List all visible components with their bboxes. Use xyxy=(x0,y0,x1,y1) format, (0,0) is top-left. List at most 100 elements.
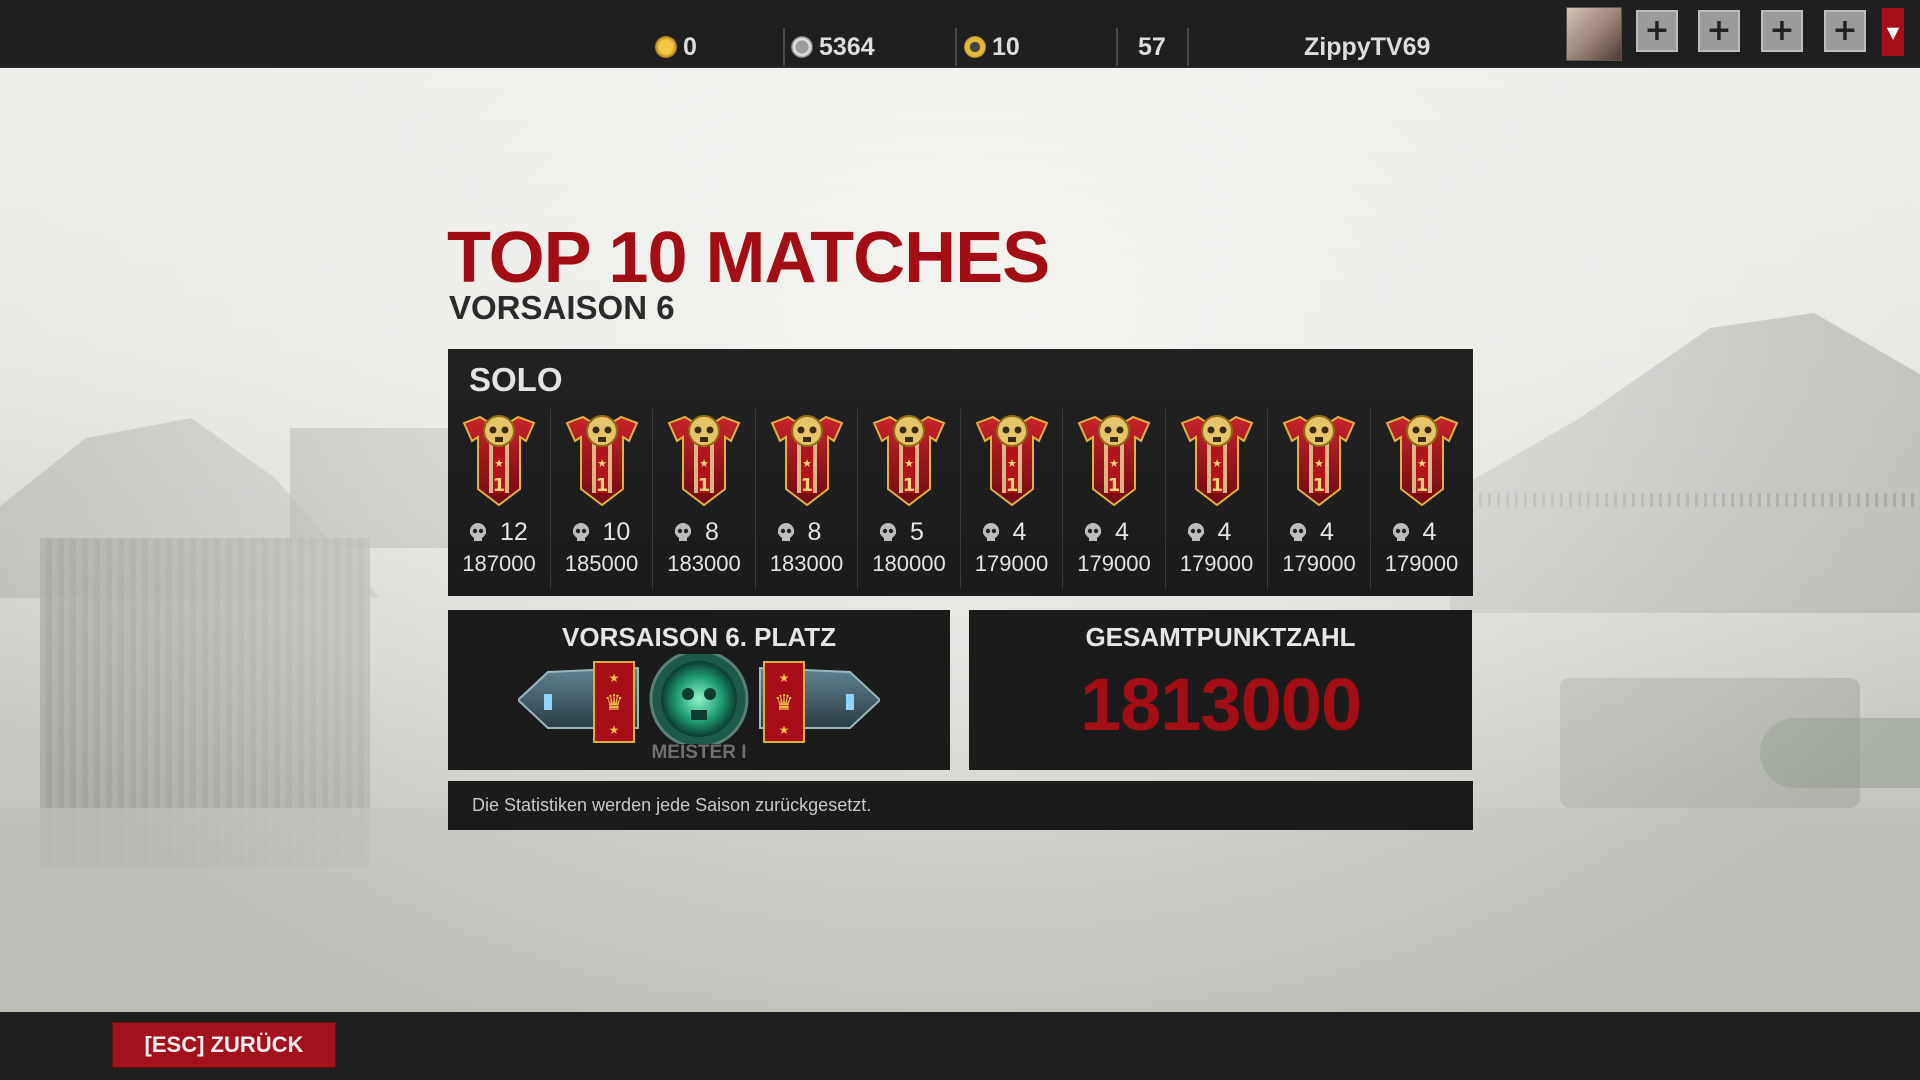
svg-text:★: ★ xyxy=(779,671,790,685)
svg-text:1: 1 xyxy=(698,475,711,496)
kill-count-value: 8 xyxy=(807,517,822,546)
kill-count-value: 8 xyxy=(705,517,719,546)
match-score: 185000 xyxy=(564,551,639,576)
skull-icon xyxy=(774,520,798,544)
svg-text:★: ★ xyxy=(609,723,620,737)
svg-text:★: ★ xyxy=(904,457,914,470)
rank-name: MEISTER I xyxy=(651,742,747,763)
svg-text:★: ★ xyxy=(609,671,620,685)
svg-text:★: ★ xyxy=(1007,457,1017,470)
kill-count: 4 xyxy=(1389,517,1469,547)
rank-emblem-icon: ♛ ♛ ★ ★ ★ ★ xyxy=(518,654,880,744)
skull-icon xyxy=(466,520,490,544)
party-slot-add-button-1[interactable]: + xyxy=(1636,10,1678,52)
svg-text:1: 1 xyxy=(1415,475,1428,496)
kill-count: 5 xyxy=(876,517,956,547)
total-score-title: GESAMTPUNKTZAHL xyxy=(1085,622,1356,652)
match-card[interactable]: ★ 1 4 179000 xyxy=(961,409,1063,589)
token-currency: 10 xyxy=(964,30,1020,64)
svg-text:1: 1 xyxy=(1108,475,1121,496)
kill-count-value: 4 xyxy=(1012,517,1027,546)
kill-count-value: 12 xyxy=(500,517,528,546)
first-place-medal-icon: ★ 1 xyxy=(1077,411,1151,507)
first-place-medal-icon: ★ 1 xyxy=(1385,411,1459,507)
skull-icon xyxy=(1389,520,1413,544)
season-rank-panel: VORSAISON 6. PLATZ ♛ ♛ ★ ★ ★ ★ MEISTER I xyxy=(448,610,950,770)
svg-text:★: ★ xyxy=(1212,457,1222,470)
match-score: 179000 xyxy=(1384,551,1459,576)
match-score: 183000 xyxy=(769,551,844,576)
player-level: 57 xyxy=(1138,32,1166,61)
svg-text:1: 1 xyxy=(1210,475,1223,496)
svg-text:1: 1 xyxy=(493,475,506,496)
first-place-medal-icon: ★ 1 xyxy=(872,411,946,507)
username[interactable]: ZippyTV69 xyxy=(1304,30,1430,64)
first-place-medal-icon: ★ 1 xyxy=(1282,411,1356,507)
match-score: 180000 xyxy=(872,551,946,576)
party-slot-add-button-3[interactable]: + xyxy=(1761,10,1803,52)
first-place-medal-icon: ★ 1 xyxy=(462,411,536,507)
first-place-medal-icon: ★ 1 xyxy=(565,411,639,507)
party-slot-add-button-4[interactable]: + xyxy=(1824,10,1866,52)
first-place-medal-icon: ★ 1 xyxy=(770,411,844,507)
svg-text:1: 1 xyxy=(903,475,916,496)
menu-dropdown-button[interactable]: ▼ xyxy=(1882,8,1904,56)
first-place-medal-icon: ★ 1 xyxy=(1180,411,1254,507)
match-card[interactable]: ★ 1 4 179000 xyxy=(1371,409,1474,589)
divider xyxy=(1187,28,1189,66)
avatar[interactable] xyxy=(1566,7,1622,61)
svg-text:★: ★ xyxy=(1417,457,1427,470)
first-place-medal-icon: ★ 1 xyxy=(667,411,741,507)
first-place-medal-icon: ★ 1 xyxy=(975,411,1049,507)
match-card[interactable]: ★ 1 12 187000 xyxy=(448,409,551,589)
back-button[interactable]: [ESC] ZURÜCK xyxy=(112,1022,336,1068)
kill-count: 8 xyxy=(671,517,751,547)
divider xyxy=(1116,28,1118,66)
kill-count-value: 4 xyxy=(1115,517,1129,546)
party-slot-add-button-2[interactable]: + xyxy=(1698,10,1740,52)
info-note-panel: Die Statistiken werden jede Saison zurüc… xyxy=(448,781,1473,830)
divider xyxy=(955,28,957,66)
solo-panel: SOLO ★ 1 12 187000 ★ 1 10 185000 ★ 1 8 1… xyxy=(448,349,1473,596)
match-card[interactable]: ★ 1 4 179000 xyxy=(1166,409,1268,589)
svg-text:1: 1 xyxy=(1313,475,1326,496)
skull-icon xyxy=(1286,520,1310,544)
svg-text:1: 1 xyxy=(1005,475,1018,496)
match-card[interactable]: ★ 1 4 179000 xyxy=(1268,409,1371,589)
crown-currency: 0 xyxy=(655,30,697,64)
match-card[interactable]: ★ 1 8 183000 xyxy=(653,409,756,589)
match-score: 179000 xyxy=(1077,551,1151,576)
top-bar: 0 5364 10 57 ZippyTV69 + + + + ▼ xyxy=(0,0,1920,68)
match-card[interactable]: ★ 1 10 185000 xyxy=(551,409,653,589)
info-note-text: Die Statistiken werden jede Saison zurüc… xyxy=(472,795,872,815)
svg-text:★: ★ xyxy=(699,457,709,470)
season-rank-title: VORSAISON 6. PLATZ xyxy=(562,622,836,652)
match-card[interactable]: ★ 1 8 183000 xyxy=(756,409,858,589)
kill-count-value: 5 xyxy=(910,517,924,546)
match-score: 179000 xyxy=(1282,551,1356,576)
silver-currency-value: 5364 xyxy=(819,32,875,61)
match-card[interactable]: ★ 1 5 180000 xyxy=(858,409,961,589)
total-score-value: 1813000 xyxy=(1079,663,1362,746)
svg-text:♛: ♛ xyxy=(774,691,794,716)
svg-text:1: 1 xyxy=(595,475,608,496)
kill-count-value: 10 xyxy=(602,517,631,546)
match-card[interactable]: ★ 1 4 179000 xyxy=(1063,409,1166,589)
svg-text:★: ★ xyxy=(779,723,790,737)
svg-text:★: ★ xyxy=(597,457,607,470)
kill-count: 12 xyxy=(466,517,546,547)
match-score: 183000 xyxy=(667,551,741,576)
page-subtitle: VORSAISON 6 xyxy=(449,289,675,326)
svg-text:★: ★ xyxy=(1109,457,1119,470)
crown-coin-icon xyxy=(655,36,677,58)
skull-icon xyxy=(569,520,593,544)
match-list: ★ 1 12 187000 ★ 1 10 185000 ★ 1 8 183000… xyxy=(448,409,1473,589)
kill-count-value: 4 xyxy=(1320,517,1334,546)
gear-token-icon xyxy=(964,36,986,58)
kill-count: 4 xyxy=(1286,517,1366,547)
silver-skull-coin-icon xyxy=(791,36,813,58)
svg-text:♛: ♛ xyxy=(604,691,624,716)
skull-icon xyxy=(1081,520,1105,544)
skull-icon xyxy=(671,520,695,544)
kill-count: 8 xyxy=(774,517,854,547)
